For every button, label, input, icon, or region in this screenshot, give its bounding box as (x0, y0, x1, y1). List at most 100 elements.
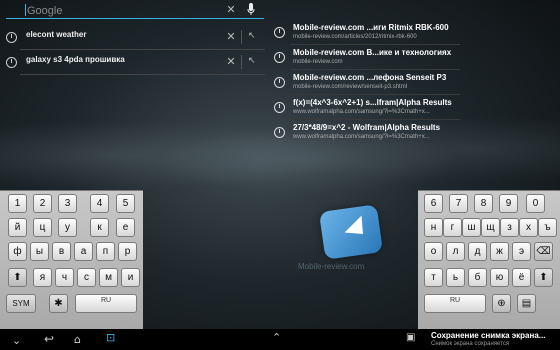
clipboard-icon[interactable]: ▤ (517, 294, 536, 313)
key[interactable]: 4 (90, 194, 109, 213)
space-key[interactable]: RU (75, 294, 137, 313)
back-icon[interactable]: ↩ (44, 332, 54, 346)
key[interactable]: й (8, 218, 27, 237)
divider (241, 30, 242, 44)
suggestion-item[interactable]: Mobile-review.com В...ике и технологиях … (270, 45, 460, 70)
remove-history-icon[interactable]: ✕ (224, 30, 238, 44)
search-input[interactable] (25, 3, 234, 19)
language-label: RU (449, 297, 461, 304)
recent-apps-icon[interactable]: ⊡ (106, 331, 115, 344)
key[interactable]: р (118, 242, 137, 261)
split-keyboard-left: 1 2 3 4 5 й ц у к е ф ы в а п р ⬆ я ч с … (0, 190, 143, 330)
key[interactable]: д (468, 242, 487, 261)
insert-query-arrow-icon[interactable]: ↖ (248, 31, 256, 41)
history-clock-icon (274, 52, 285, 63)
key[interactable]: 0 (526, 194, 545, 213)
key[interactable]: 2 (33, 194, 52, 213)
suggestion-item[interactable]: Mobile-review.com ...лефона Senseit P3 m… (270, 70, 460, 95)
search-bar: ✕ (0, 0, 265, 22)
key[interactable]: х (519, 218, 538, 237)
screenshot-icon: ▣ (406, 332, 416, 343)
key[interactable]: 5 (116, 194, 135, 213)
suggestion-title: Mobile-review.com ...лефона Senseit P3 (293, 73, 447, 82)
key[interactable]: в (52, 242, 71, 261)
key[interactable]: г (443, 218, 462, 237)
notification-title[interactable]: Сохранение снимка экрана... (431, 331, 545, 340)
globe-icon[interactable]: ⊕ (492, 294, 511, 313)
settings-gear-icon[interactable]: ✱ (49, 294, 68, 313)
key[interactable]: ш (462, 218, 481, 237)
key[interactable]: з (500, 218, 519, 237)
key[interactable]: у (58, 218, 77, 237)
key[interactable]: 8 (474, 194, 493, 213)
key[interactable]: 7 (449, 194, 468, 213)
suggestion-item[interactable]: Mobile-review.com ...иги Ritmix RBK-600 … (270, 20, 460, 45)
shift-key-icon[interactable]: ⬆ (8, 268, 27, 287)
suggestion-item[interactable]: 27/3*48/9=x^2 - Wolfram|Alpha Results ww… (270, 120, 452, 144)
key[interactable]: ъ (538, 218, 557, 237)
key[interactable]: с (77, 268, 96, 287)
sym-key[interactable]: SYM (6, 294, 36, 313)
clear-search-icon[interactable]: ✕ (224, 3, 238, 17)
chevron-up-icon[interactable]: ⌃ (272, 331, 281, 344)
suggestion-item[interactable]: f(x)=(4x^3-6x^2+1) s...lfram|Alpha Resul… (270, 95, 460, 120)
history-clock-icon (6, 32, 17, 43)
history-clock-icon (274, 127, 285, 138)
home-icon[interactable]: ⌂ (74, 333, 81, 346)
key[interactable]: п (96, 242, 115, 261)
key[interactable]: ж (490, 242, 509, 261)
space-key[interactable]: RU (424, 294, 486, 313)
shift-key-icon[interactable]: ⬆ (534, 268, 553, 287)
suggestion-url: www.wolframalpha.com/samsung/?i=%3Cmath+… (293, 109, 430, 115)
split-keyboard-right: 6 7 8 9 0 н г ш щ з х ъ о л д ж э ⌫ т ь … (418, 190, 560, 330)
key[interactable]: е (116, 218, 135, 237)
key[interactable]: т (424, 268, 443, 287)
key[interactable]: о (424, 242, 443, 261)
language-label: RU (100, 297, 112, 304)
key[interactable]: ы (30, 242, 49, 261)
insert-query-arrow-icon[interactable]: ↖ (248, 56, 256, 66)
history-clock-icon (274, 27, 285, 38)
key[interactable]: к (90, 218, 109, 237)
history-clock-icon (6, 57, 17, 68)
history-item-label: galaxy s3 4pda прошивка (26, 55, 125, 64)
key[interactable]: и (121, 268, 140, 287)
suggestion-url: mobile-review.com/review/senseit-p3.shtm… (293, 84, 408, 90)
text-cursor (25, 4, 26, 16)
search-underline (6, 18, 264, 19)
key[interactable]: 6 (424, 194, 443, 213)
suggestion-url: www.wolframalpha.com/samsung/?i=%3Cmath+… (293, 134, 430, 140)
key[interactable]: я (33, 268, 52, 287)
key[interactable]: н (424, 218, 443, 237)
remove-history-icon[interactable]: ✕ (224, 55, 238, 69)
suggestion-title: Mobile-review.com В...ике и технологиях (293, 48, 452, 57)
key[interactable]: э (512, 242, 531, 261)
key[interactable]: л (446, 242, 465, 261)
suggestion-title: 27/3*48/9=x^2 - Wolfram|Alpha Results (293, 123, 441, 132)
key[interactable]: ч (55, 268, 74, 287)
history-item[interactable]: elecont weather ✕ ↖ (0, 26, 265, 50)
suggestion-title: f(x)=(4x^3-6x^2+1) s...lfram|Alpha Resul… (293, 98, 452, 107)
key[interactable]: б (468, 268, 487, 287)
history-clock-icon (274, 102, 285, 113)
key[interactable]: м (99, 268, 118, 287)
key[interactable]: а (74, 242, 93, 261)
suggestion-url: mobile-review.com/articles/2012/ritmix-r… (293, 34, 417, 40)
suggestion-url: mobile-review.com (293, 59, 343, 65)
key[interactable]: 3 (58, 194, 77, 213)
key[interactable]: 1 (8, 194, 27, 213)
microphone-icon[interactable] (247, 3, 255, 15)
key[interactable]: ё (512, 268, 531, 287)
notification-subtitle: Снимок экрана сохраняется (431, 341, 510, 347)
history-clock-icon (274, 77, 285, 88)
hide-keyboard-icon[interactable]: ⌄ (12, 334, 21, 347)
key[interactable]: 9 (499, 194, 518, 213)
history-item[interactable]: galaxy s3 4pda прошивка ✕ ↖ (0, 51, 265, 75)
key[interactable]: ф (8, 242, 27, 261)
backspace-icon[interactable]: ⌫ (534, 242, 553, 261)
key[interactable]: щ (481, 218, 500, 237)
key[interactable]: ю (490, 268, 509, 287)
watermark: Mobile-review.com (298, 262, 365, 271)
key[interactable]: ь (446, 268, 465, 287)
key[interactable]: ц (33, 218, 52, 237)
